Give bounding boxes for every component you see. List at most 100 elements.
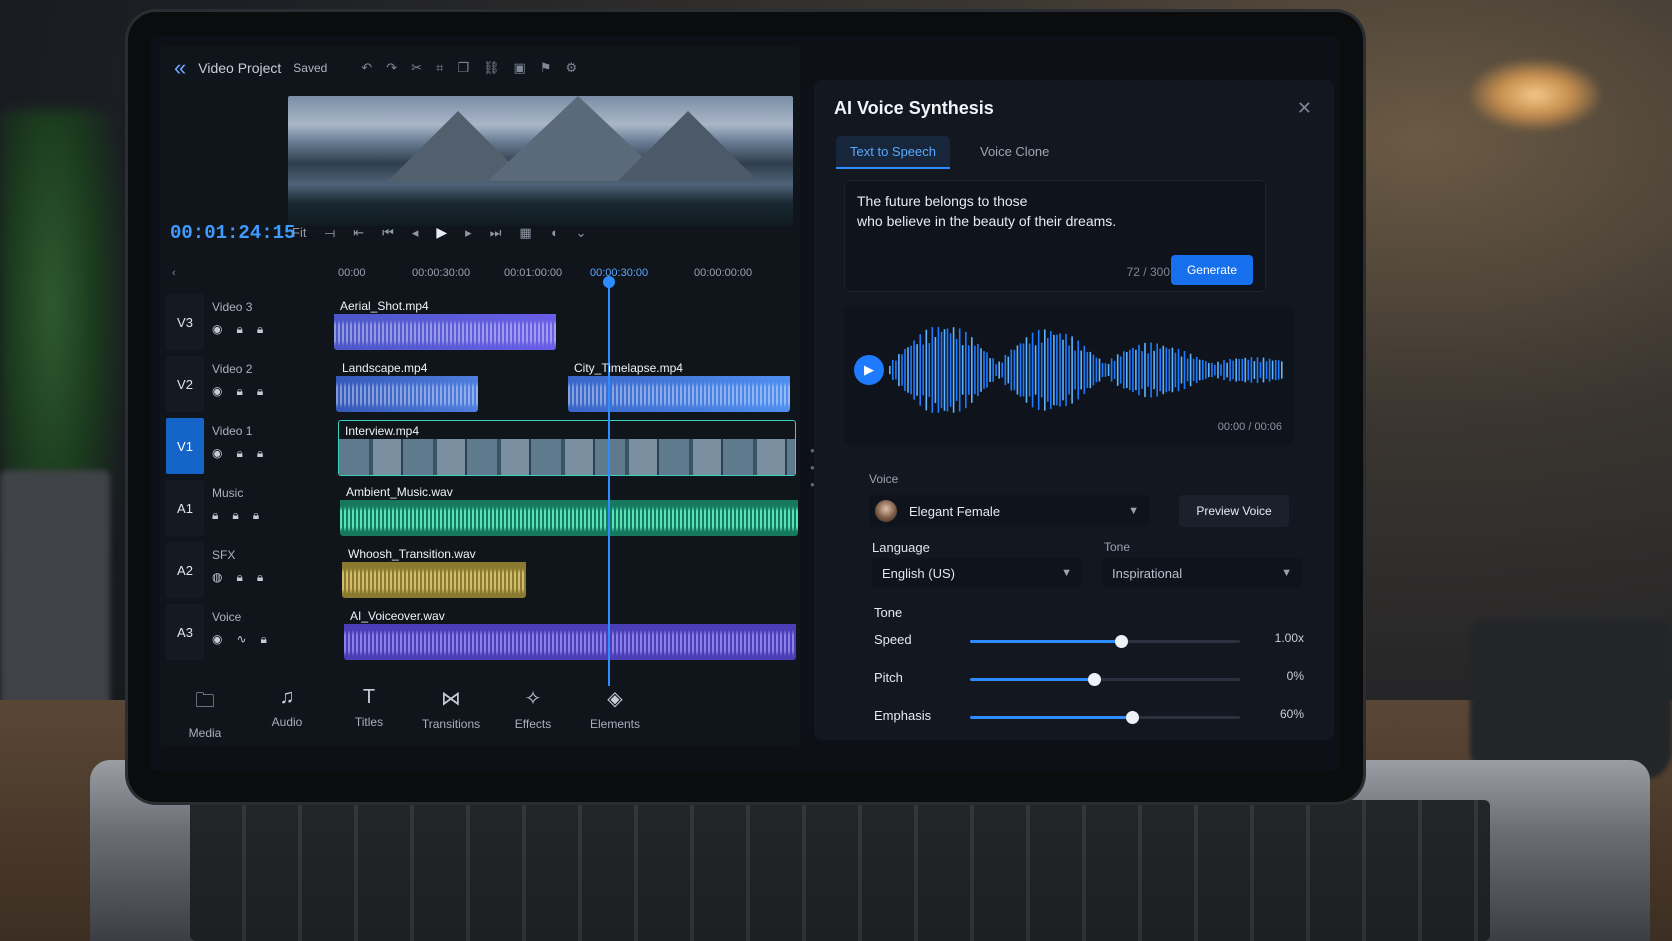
tab-voice-clone[interactable]: Voice Clone — [966, 136, 1063, 169]
settings-icon[interactable]: ⚙ — [565, 60, 577, 76]
track-id[interactable]: V1 — [166, 418, 204, 474]
snapshot-icon[interactable]: ▦ — [519, 225, 531, 241]
step-back-icon[interactable]: ◂ — [412, 225, 419, 241]
lock-icon[interactable]: 🔒︎ — [261, 632, 267, 647]
lock-icon[interactable]: 🔒︎ — [257, 570, 263, 585]
waveform-bar — [1247, 359, 1250, 381]
clip[interactable]: Interview.mp4 — [338, 420, 796, 476]
nav-media[interactable]: 🗀 Media — [180, 686, 230, 740]
generate-button[interactable]: Generate — [1170, 255, 1253, 285]
track-name: Voice — [212, 610, 242, 624]
lock-icon[interactable]: 🔒︎ — [232, 508, 238, 523]
nav-audio[interactable]: ♫ Audio — [262, 686, 312, 740]
volume-icon[interactable]: ◖ — [550, 225, 558, 240]
track-id[interactable]: V2 — [166, 356, 204, 412]
tts-text-input[interactable]: The future belongs to those who believe … — [844, 180, 1266, 292]
track-a1: A1 Music 🔒︎ 🔒︎ 🔒︎ Ambient_Music.wav — [166, 480, 798, 540]
lock-icon[interactable]: 🔒︎ — [236, 570, 242, 585]
copy-icon[interactable]: ❐ — [457, 60, 469, 76]
fit-zoom-button[interactable]: Fit — [292, 225, 306, 240]
clip[interactable]: AI_Voiceover.wav — [344, 606, 796, 660]
dropdown-chevron-icon[interactable]: ⌄ — [576, 225, 587, 241]
nav-titles[interactable]: T Titles — [344, 686, 394, 740]
clip[interactable]: Ambient_Music.wav — [340, 482, 798, 536]
waveform-bar — [1268, 358, 1271, 382]
voice-select[interactable]: Elegant Female ▼ — [869, 495, 1149, 527]
avatar — [875, 500, 897, 522]
nav-transitions[interactable]: ⋈ Transitions — [422, 686, 480, 740]
marker-icon[interactable]: ⚑ — [540, 60, 552, 76]
lock-icon[interactable]: 🔒︎ — [236, 322, 242, 337]
mute-icon[interactable]: ◍ — [212, 570, 222, 585]
waveform-bar — [1004, 354, 1007, 386]
track-id[interactable]: A3 — [166, 604, 204, 660]
playhead[interactable] — [608, 280, 610, 686]
save-icon[interactable]: ▣ — [514, 60, 526, 76]
editor-topbar: « Video Project Saved ↶ ↷ ✂ ⌗ ❐ ⛓ ▣ ⚑ ⚙ — [160, 46, 814, 90]
track-v1: V1 Video 1 ◉ 🔒︎ 🔒︎ Interview.mp4 — [166, 418, 798, 478]
nav-elements[interactable]: ◈ Elements — [590, 686, 640, 740]
waveform-bar — [1271, 360, 1274, 380]
tone-select[interactable]: Inspirational ▼ — [1102, 558, 1302, 588]
close-icon[interactable]: ✕ — [1297, 98, 1312, 119]
lock-icon[interactable]: 🔒︎ — [212, 508, 218, 523]
slider-thumb[interactable] — [1088, 673, 1102, 686]
audio-waveform-player[interactable]: ▶ 00:00 / 00:06 — [844, 305, 1294, 445]
trim-icon[interactable]: ⟞ — [324, 225, 335, 241]
slider-speed[interactable] — [970, 635, 1240, 648]
preview-voice-button[interactable]: Preview Voice — [1179, 495, 1289, 527]
eye-icon[interactable]: ◉ — [212, 384, 222, 399]
nav-effects[interactable]: ✧ Effects — [508, 686, 558, 740]
eye-icon[interactable]: ◉ — [212, 446, 222, 461]
slider-pitch[interactable] — [970, 673, 1240, 686]
waveform-bar — [1211, 362, 1213, 378]
skip-forward-icon[interactable]: ⏭ — [490, 225, 502, 241]
clip[interactable]: Landscape.mp4 — [336, 358, 478, 412]
lock-icon[interactable]: 🔒︎ — [253, 508, 259, 523]
waveform-bar — [934, 337, 937, 404]
track-id[interactable]: A1 — [166, 480, 204, 536]
waveform-icon[interactable]: ∿ — [236, 632, 246, 647]
step-forward-icon[interactable]: ▸ — [465, 225, 472, 241]
background-mug — [1470, 620, 1672, 780]
clip[interactable]: Whoosh_Transition.wav — [342, 544, 526, 598]
lock-icon[interactable]: 🔒︎ — [257, 446, 263, 461]
clip[interactable]: Aerial_Shot.mp4 — [334, 296, 556, 350]
waveform-bar — [1159, 348, 1161, 392]
track-id[interactable]: A2 — [166, 542, 204, 598]
timeline-ruler[interactable]: ‹ 00:00 00:00:30:00 00:01:00:00 00:00:30… — [170, 262, 795, 288]
split-icon[interactable]: ✂ — [411, 60, 422, 76]
lock-icon[interactable]: 🔒︎ — [236, 446, 242, 461]
slider-thumb[interactable] — [1115, 635, 1129, 648]
back-chevron-icon[interactable]: « — [174, 55, 186, 81]
language-select[interactable]: English (US) ▼ — [872, 558, 1082, 588]
frame-icon[interactable]: ⇤ — [353, 225, 364, 241]
slider-thumb[interactable] — [1126, 711, 1139, 724]
video-preview[interactable] — [288, 96, 793, 226]
clip-waveform — [336, 382, 478, 408]
waveform-bar — [889, 365, 891, 375]
link-icon[interactable]: ⛓ — [483, 60, 500, 76]
waveform-bar — [1086, 351, 1089, 388]
lock-icon[interactable]: 🔒︎ — [257, 322, 263, 337]
eye-icon[interactable]: ◉ — [212, 632, 222, 647]
undo-icon[interactable]: ↶ — [361, 60, 372, 76]
track-a3: A3 Voice ◉ ∿ 🔒︎ AI_Voiceover.wav — [166, 604, 798, 664]
lock-icon[interactable]: 🔒︎ — [257, 384, 263, 399]
track-id[interactable]: V3 — [166, 294, 204, 350]
waveform-bar — [910, 345, 912, 395]
play-icon[interactable]: ▶ — [854, 355, 884, 385]
clip[interactable]: City_Timelapse.mp4 — [568, 358, 790, 412]
redo-icon[interactable]: ↷ — [386, 60, 397, 76]
slider-emphasis[interactable] — [970, 711, 1240, 724]
nav-label: Effects — [514, 717, 552, 731]
skip-back-icon[interactable]: ⏮ — [382, 225, 394, 241]
tab-text-to-speech[interactable]: Text to Speech — [836, 136, 950, 169]
play-icon[interactable]: ▶ — [436, 224, 447, 241]
lock-icon[interactable]: 🔒︎ — [236, 384, 242, 399]
collapse-icon[interactable]: ‹ — [172, 267, 176, 279]
waveform-bar — [1092, 354, 1095, 386]
crop-icon[interactable]: ⌗ — [436, 60, 443, 76]
track-name: Video 1 — [212, 424, 253, 438]
eye-icon[interactable]: ◉ — [212, 322, 222, 337]
